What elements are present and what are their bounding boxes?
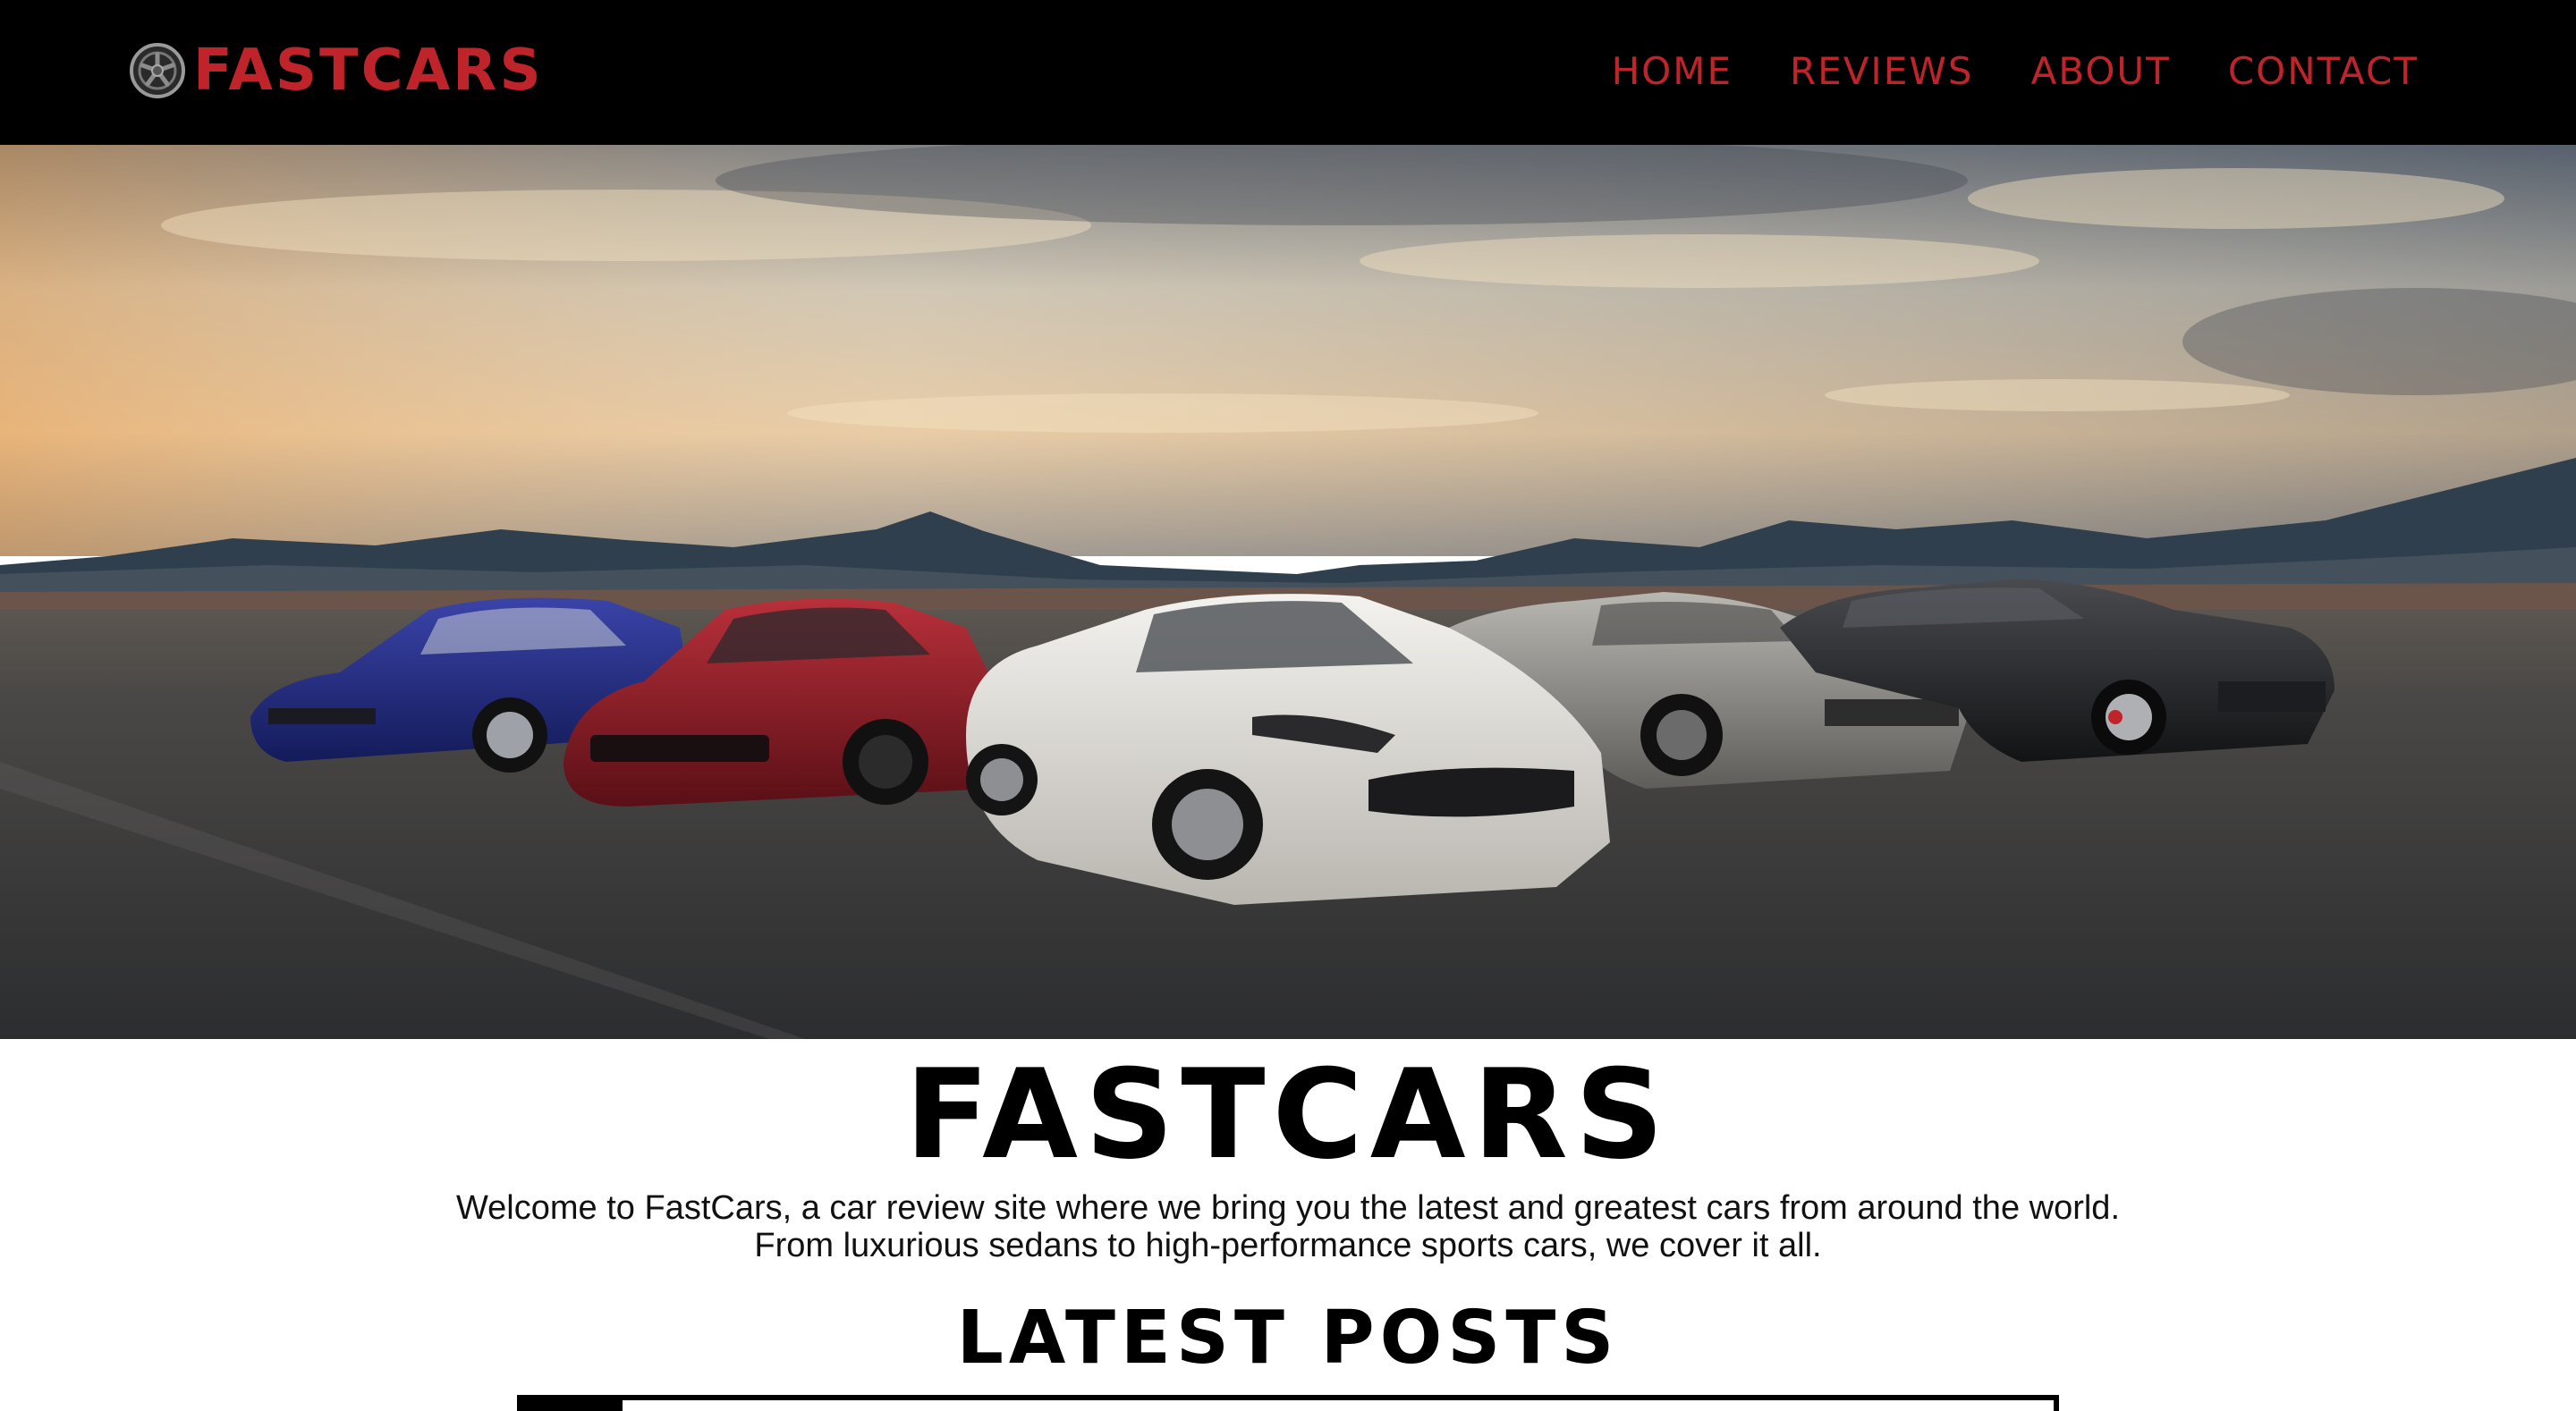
intro-text: Welcome to FastCars, a car review site w… <box>0 1189 2576 1264</box>
latest-posts-tab <box>522 1400 623 1411</box>
nav-about-link[interactable]: ABOUT <box>2031 53 2171 90</box>
brand-name: FASTCARS <box>193 38 544 104</box>
hero-cars-illustration <box>0 145 2576 1039</box>
nav-contact-link[interactable]: CONTACT <box>2228 53 2419 90</box>
intro-line-1: Welcome to FastCars, a car review site w… <box>455 1189 2120 1227</box>
brand-logo-link[interactable]: FASTCARS <box>129 39 544 102</box>
main-nav: HOME REVIEWS ABOUT CONTACT <box>1612 46 2419 97</box>
nav-reviews-link[interactable]: REVIEWS <box>1790 53 1974 90</box>
page-title: FASTCARS <box>904 1043 1672 1187</box>
latest-posts-heading: LATEST POSTS <box>956 1296 1620 1381</box>
latest-posts-container <box>517 1395 2059 1411</box>
wheel-icon <box>130 43 185 98</box>
hero-image <box>0 145 2576 1039</box>
navbar: FASTCARS HOME REVIEWS ABOUT CONTACT <box>0 0 2576 145</box>
intro-line-2: From luxurious sedans to high-performanc… <box>754 1227 1822 1264</box>
nav-home-link[interactable]: HOME <box>1612 53 1733 90</box>
